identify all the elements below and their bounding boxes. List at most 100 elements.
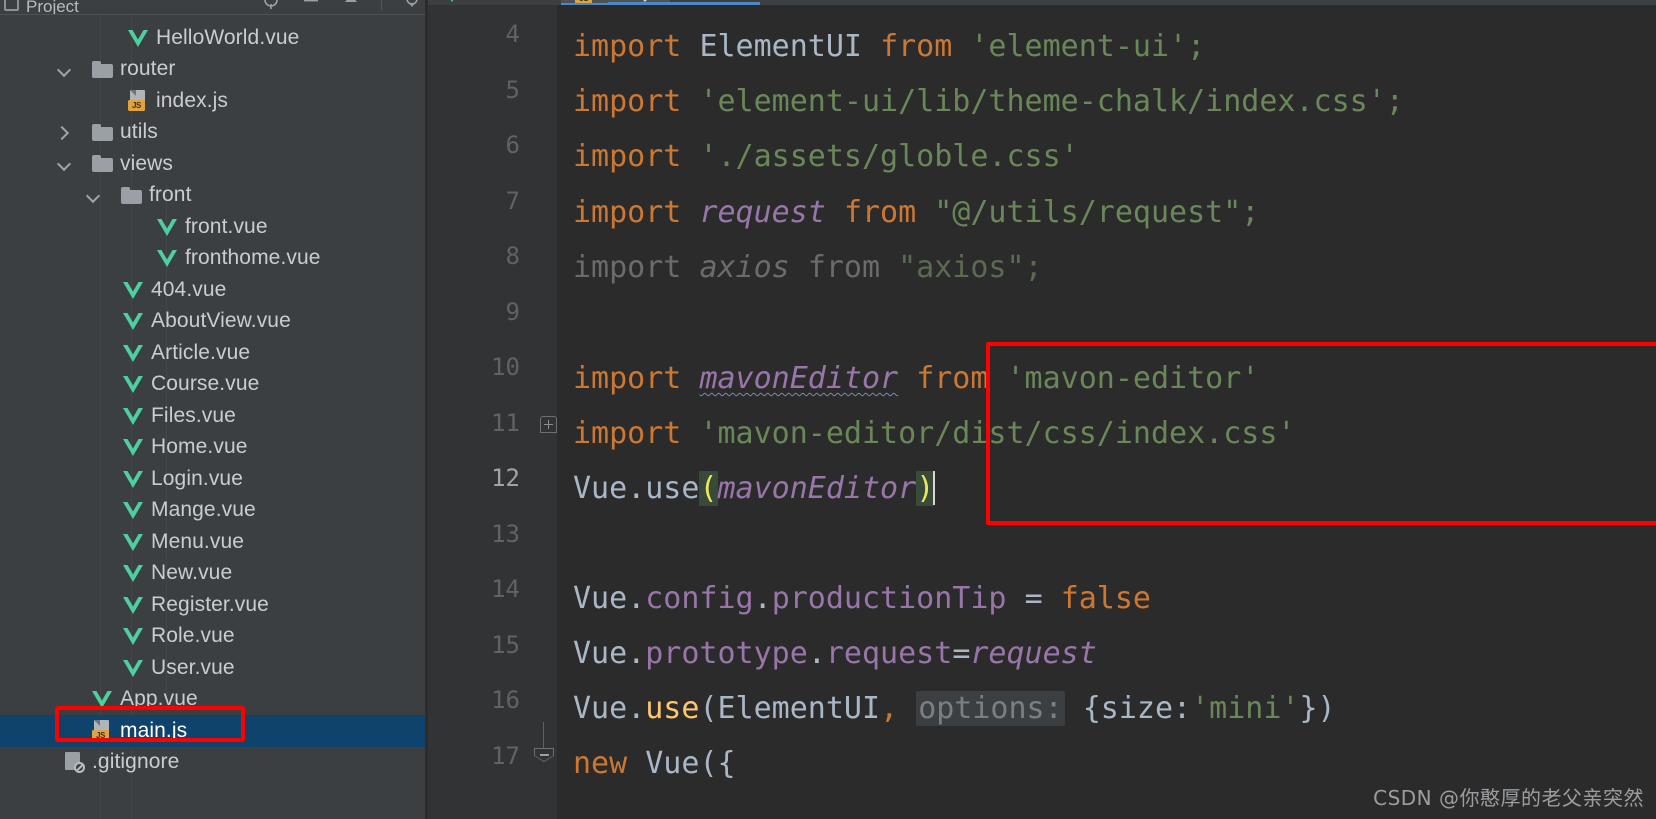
line-number-13[interactable]: 13 [430, 522, 520, 546]
line-number-6[interactable]: 6 [430, 133, 520, 157]
tree-item-utils[interactable]: utils [0, 117, 428, 149]
tree-item-content: Register.vue [123, 593, 269, 617]
line-number-14[interactable]: 14 [430, 577, 520, 601]
chevron-down-icon[interactable] [56, 62, 72, 78]
tree-item-content: front [121, 183, 192, 207]
tree-item-article-vue[interactable]: Article.vue [0, 337, 428, 369]
chevron-down-icon[interactable] [56, 156, 72, 172]
line-number-17[interactable]: 17 [430, 744, 520, 768]
tree-item-register-vue[interactable]: Register.vue [0, 589, 428, 621]
tab-article-vue[interactable]: Article.vue [428, 0, 561, 4]
tree-item-label: AboutView.vue [151, 309, 291, 333]
code-line-17: new Vue({ [573, 746, 736, 781]
folder-icon [92, 155, 113, 173]
project-file-tree[interactable]: HelloWorld.vue router JS index.js utils views… [0, 15, 428, 819]
line-number-9[interactable]: 9 [430, 300, 520, 324]
fold-collapse-icon[interactable] [534, 748, 556, 770]
tree-item-label: Login.vue [151, 466, 243, 490]
line-number-11[interactable]: 11 [430, 411, 520, 435]
tree-item-label: Menu.vue [151, 529, 245, 553]
line-number-5[interactable]: 5 [430, 78, 520, 102]
tree-item-fronthome-vue[interactable]: fronthome.vue [0, 243, 428, 275]
code-line-5: import 'element-ui/lib/theme-chalk/index… [573, 84, 1404, 119]
tree-item-content: User.vue [123, 656, 235, 680]
line-number-7[interactable]: 7 [430, 189, 520, 213]
code-content[interactable]: import ElementUI from 'element-ui'; impo… [557, 5, 1656, 819]
tree-item-label: Role.vue [151, 624, 235, 648]
line-number-8[interactable]: 8 [430, 244, 520, 268]
target-icon[interactable] [261, 0, 281, 10]
minimize-icon[interactable] [301, 0, 321, 10]
tree-item-label: Mange.vue [151, 498, 256, 522]
vue-icon [157, 249, 177, 268]
line-number-gutter[interactable]: 4 5 6 7 8 9 10 11 12 13 14 15 16 17 [428, 5, 556, 819]
vue-icon [92, 690, 112, 709]
tree-item-login-vue[interactable]: Login.vue [0, 463, 428, 495]
tree-item-user-vue[interactable]: User.vue [0, 652, 428, 684]
tree-item-content: views [92, 152, 173, 176]
tree-item-front-vue[interactable]: front.vue [0, 211, 428, 243]
tree-item-front[interactable]: front [0, 180, 428, 212]
tree-item-label: 404.vue [151, 277, 227, 301]
line-number-4[interactable]: 4 [430, 22, 520, 46]
tree-item-label: .gitignore [92, 750, 180, 774]
code-line-16: Vue.use(ElementUI, options: {size:'mini'… [573, 691, 1336, 726]
vue-icon [128, 29, 148, 47]
vue-icon [123, 659, 143, 677]
tree-item-label: User.vue [151, 655, 235, 679]
tree-item-label: New.vue [151, 561, 233, 585]
code-line-12: Vue.use(mavonEditor) [573, 471, 936, 506]
tree-item-label: Files.vue [151, 403, 236, 427]
line-number-15[interactable]: 15 [430, 633, 520, 657]
vue-icon [123, 596, 143, 614]
collapse-all-icon[interactable] [341, 0, 361, 10]
line-number-16[interactable]: 16 [430, 688, 520, 712]
vue-icon [123, 407, 143, 425]
tree-item-router[interactable]: router [0, 54, 428, 86]
tree-item-content: HelloWorld.vue [128, 26, 299, 50]
code-line-7: import request from "@/utils/request"; [573, 195, 1260, 230]
tree-item-role-vue[interactable]: Role.vue [0, 621, 428, 653]
tree-item-home-vue[interactable]: Home.vue [0, 432, 428, 464]
tree-item-404-vue[interactable]: 404.vue [0, 274, 428, 306]
tree-item-content: Login.vue [123, 467, 243, 491]
tree-item-index-js[interactable]: JS index.js [0, 85, 428, 117]
chevron-right-icon[interactable] [56, 125, 72, 141]
tree-item-files-vue[interactable]: Files.vue [0, 400, 428, 432]
code-line-15: Vue.prototype.request=request [573, 636, 1097, 671]
tree-item-content: JS main.js [92, 719, 187, 743]
tree-item-content: Article.vue [123, 341, 250, 365]
tree-item-new-vue[interactable]: New.vue [0, 558, 428, 590]
vue-icon [123, 533, 143, 551]
tree-item-views[interactable]: views [0, 148, 428, 180]
line-number-10[interactable]: 10 [430, 355, 520, 379]
tree-item-course-vue[interactable]: Course.vue [0, 369, 428, 401]
tree-item-mange-vue[interactable]: Mange.vue [0, 495, 428, 527]
project-panel-title: Project [26, 0, 79, 14]
vue-icon [123, 627, 143, 646]
vue-icon [442, 0, 462, 2]
tree-item-content: AboutView.vue [123, 309, 291, 333]
chevron-down-icon[interactable] [85, 188, 101, 204]
tree-item-main-js[interactable]: JS main.js [0, 715, 428, 747]
tree-item-label: front.vue [185, 214, 268, 238]
vue-icon [123, 438, 143, 457]
tree-item-helloworld-vue[interactable]: HelloWorld.vue [0, 22, 428, 54]
tree-item-content: router [92, 57, 175, 81]
tree-item-content: Role.vue [123, 624, 235, 648]
tree-item-label: Article.vue [151, 340, 251, 364]
tree-item-content: Files.vue [123, 404, 236, 428]
tree-item-label: router [120, 57, 176, 81]
tree-item-menu-vue[interactable]: Menu.vue [0, 526, 428, 558]
vue-icon [123, 344, 143, 362]
settings-icon[interactable] [402, 0, 422, 10]
line-number-12[interactable]: 12 [430, 466, 520, 490]
tree-item-label: App.vue [120, 687, 198, 711]
folder-icon [92, 60, 113, 78]
code-line-14: Vue.config.productionTip = false [573, 581, 1151, 616]
tree-item-aboutview-vue[interactable]: AboutView.vue [0, 306, 428, 338]
tree-item-gitignore[interactable]: .gitignore [0, 747, 428, 779]
js-file-icon: JS [128, 90, 149, 112]
tree-item-app-vue[interactable]: App.vue [0, 684, 428, 716]
tree-item-label: index.js [156, 88, 229, 112]
